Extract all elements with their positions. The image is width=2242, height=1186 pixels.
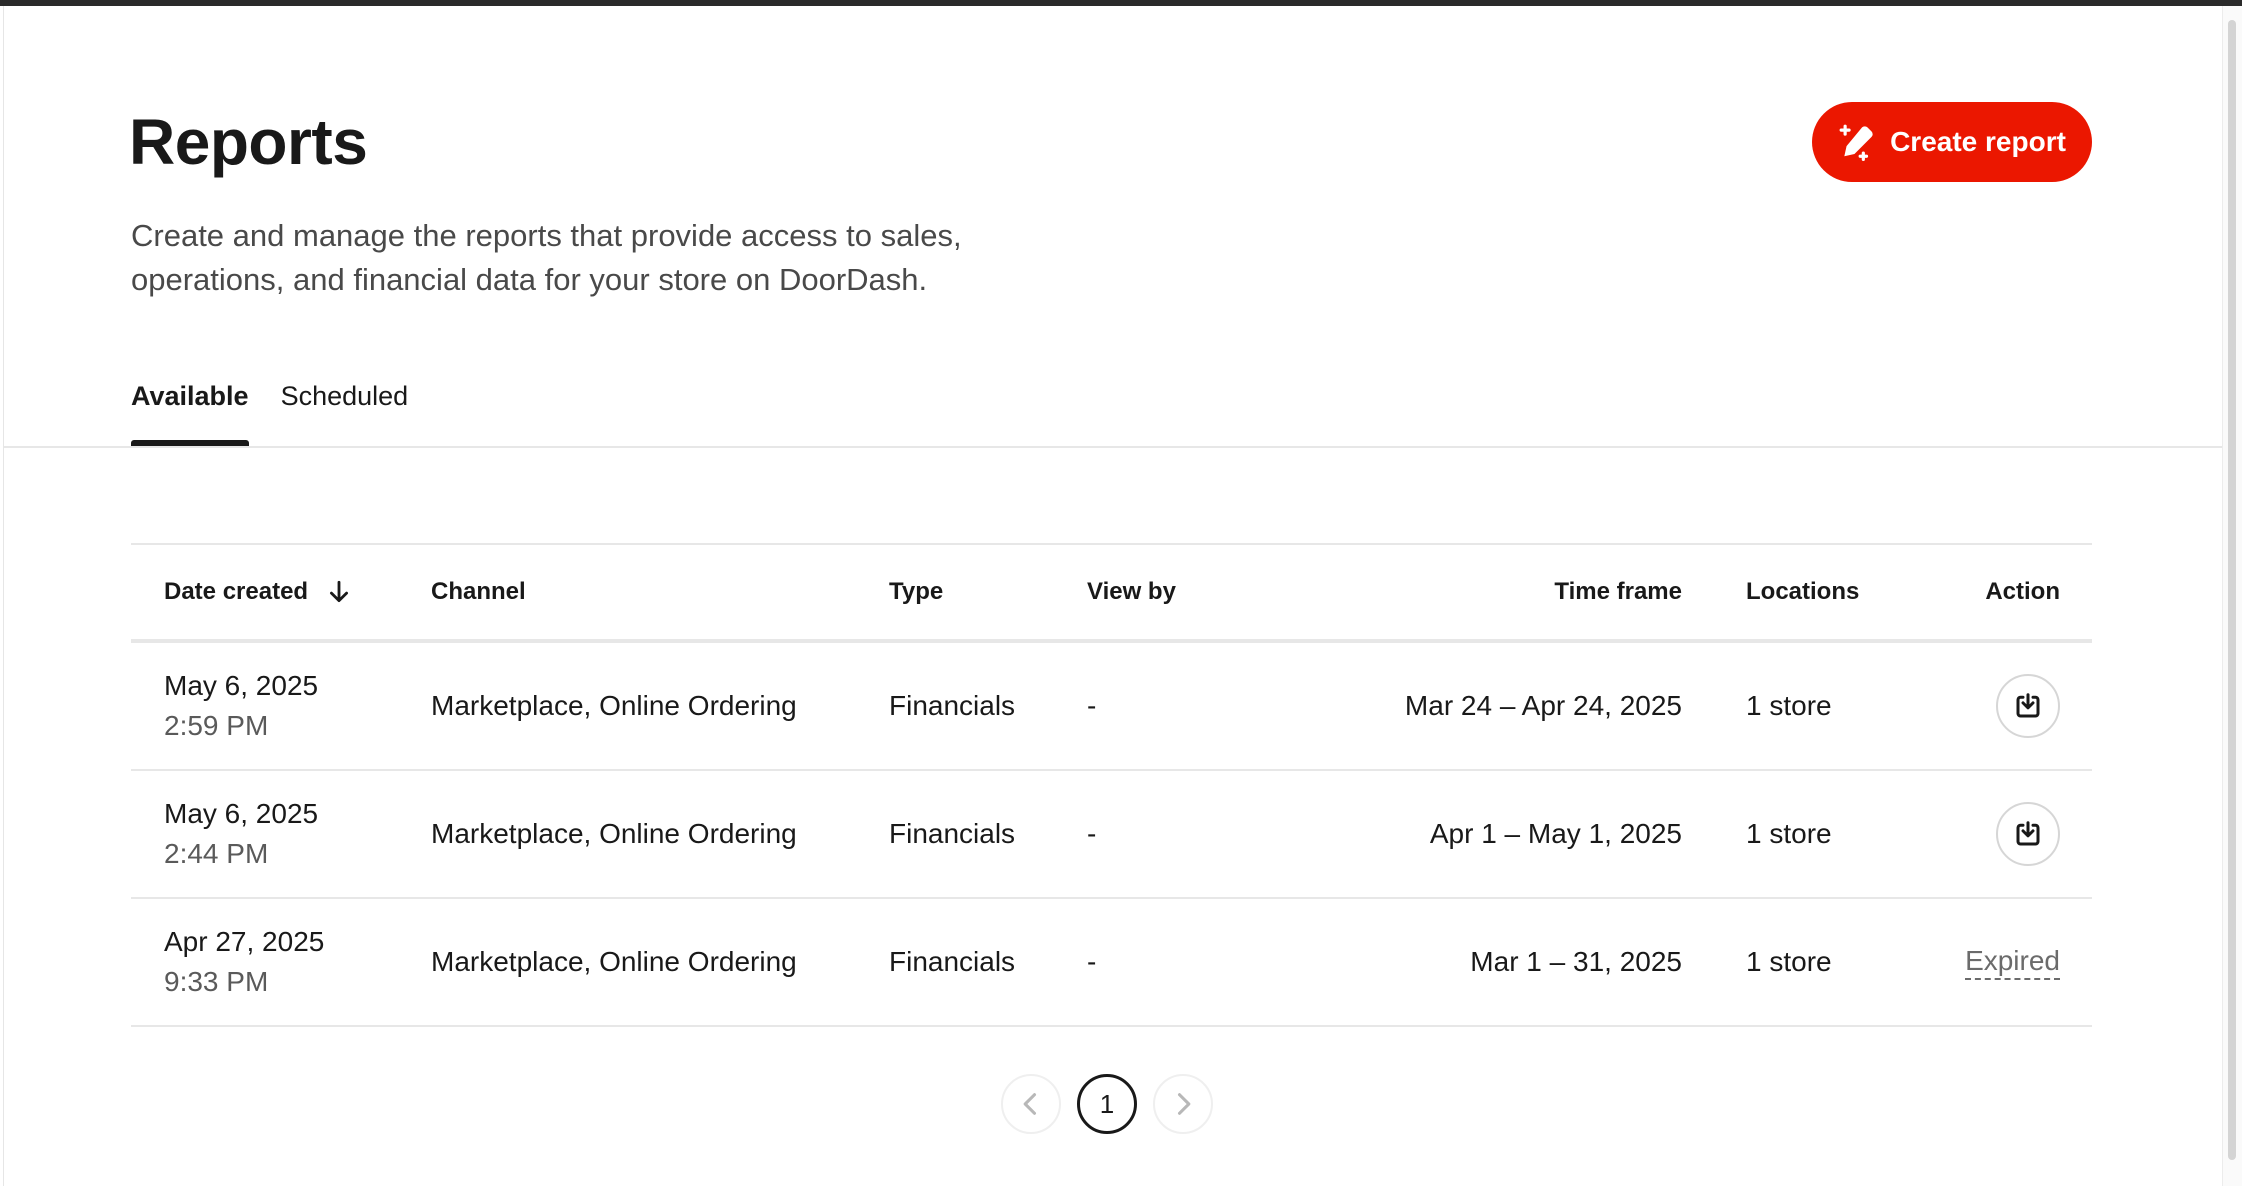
time-frame-cell: Mar 24 – Apr 24, 2025 (1404, 690, 1682, 721)
created-time: 2:44 PM (164, 838, 269, 869)
download-button[interactable] (1996, 674, 2060, 738)
column-header-view-by: View by (1087, 578, 1176, 605)
column-header-action: Action (1985, 578, 2060, 605)
expired-label[interactable]: Expired (1965, 944, 2060, 980)
table-row: May 6, 2025 2:59 PM Marketplace, Online … (131, 643, 2092, 771)
type-cell: Financials (889, 946, 1016, 977)
column-header-channel: Channel (431, 578, 526, 605)
column-header-type: Type (889, 578, 944, 605)
tab-available[interactable]: Available (131, 370, 249, 446)
column-header-date-created[interactable]: Date created (164, 545, 352, 639)
channel-cell: Marketplace, Online Ordering (431, 946, 797, 977)
next-page-button[interactable] (1153, 1074, 1213, 1134)
created-time: 9:33 PM (164, 966, 269, 997)
view-by-cell: - (1087, 818, 1097, 849)
download-icon (2016, 821, 2040, 846)
column-label-date-created: Date created (164, 578, 309, 605)
action-cell (1996, 643, 2060, 769)
pagination: 1 (1001, 1074, 1213, 1134)
table-row: Apr 27, 2025 9:33 PM Marketplace, Online… (131, 899, 2092, 1027)
type-cell: Financials (889, 690, 1016, 721)
chevron-left-icon (1023, 1093, 1037, 1115)
page-description: Create and manage the reports that provi… (131, 218, 962, 297)
view-by-cell: - (1087, 946, 1097, 977)
created-date: May 6, 2025 (164, 798, 319, 829)
reports-table: Date created Channel Type View by Time f… (131, 543, 2092, 1027)
download-button[interactable] (1996, 802, 2060, 866)
date-created-cell: Apr 27, 2025 9:33 PM (164, 899, 324, 1025)
view-by-cell: - (1087, 690, 1097, 721)
type-cell: Financials (889, 818, 1016, 849)
column-header-time-frame: Time frame (1554, 578, 1682, 605)
download-icon (2016, 693, 2040, 718)
tab-scheduled[interactable]: Scheduled (281, 370, 409, 446)
page-title: Reports (129, 106, 368, 178)
tabs-divider (4, 446, 2222, 448)
chevron-right-icon (1177, 1093, 1191, 1115)
date-created-cell: May 6, 2025 2:44 PM (164, 771, 318, 897)
locations-cell: 1 store (1746, 690, 1832, 721)
date-created-cell: May 6, 2025 2:59 PM (164, 643, 318, 769)
action-cell (1996, 771, 2060, 897)
scrollbar-thumb[interactable] (2228, 20, 2236, 1160)
pencil-plus-icon (1839, 124, 1873, 161)
column-header-locations: Locations (1746, 578, 1860, 605)
created-date: May 6, 2025 (164, 670, 319, 701)
locations-cell: 1 store (1746, 818, 1832, 849)
time-frame-cell: Mar 1 – 31, 2025 (1470, 946, 1682, 977)
locations-cell: 1 store (1746, 946, 1832, 977)
table-row: May 6, 2025 2:44 PM Marketplace, Online … (131, 771, 2092, 899)
table-header: Date created Channel Type View by Time f… (131, 545, 2092, 643)
created-time: 2:59 PM (164, 710, 269, 741)
previous-page-button[interactable] (1001, 1074, 1061, 1134)
created-date: Apr 27, 2025 (164, 926, 325, 957)
action-cell: Expired (1965, 899, 2060, 1025)
report-tabs: Available Scheduled (131, 370, 408, 446)
channel-cell: Marketplace, Online Ordering (431, 690, 797, 721)
create-report-button[interactable]: Create report (1812, 102, 2092, 182)
arrow-down-icon[interactable] (326, 579, 352, 605)
channel-cell: Marketplace, Online Ordering (431, 818, 797, 849)
time-frame-cell: Apr 1 – May 1, 2025 (1429, 818, 1682, 849)
create-report-label: Create report (1890, 126, 2066, 157)
page-number-button[interactable]: 1 (1077, 1074, 1137, 1134)
